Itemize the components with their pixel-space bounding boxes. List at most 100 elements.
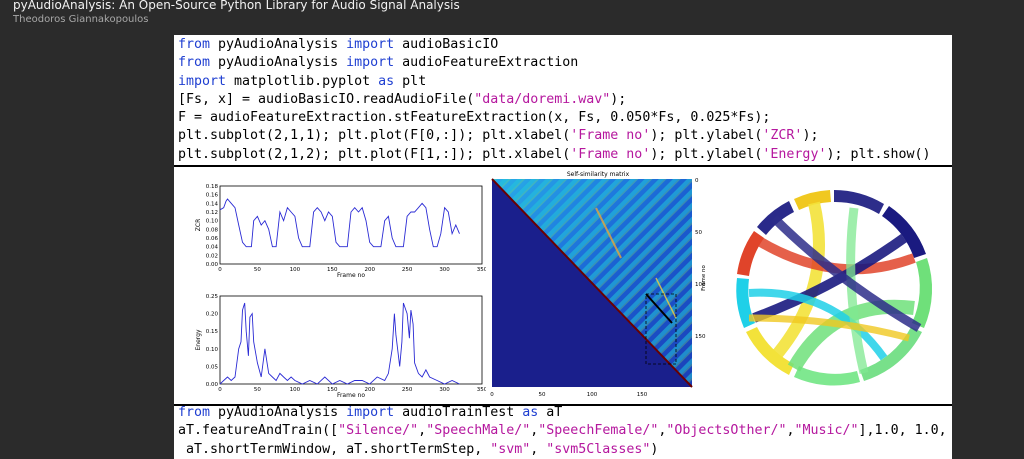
y-tick-label: 0.18 xyxy=(206,184,219,190)
code-text: , xyxy=(530,441,547,457)
x-tick-label: 350 xyxy=(477,387,486,393)
code-text: , xyxy=(418,423,427,439)
code-string: "Silence/" xyxy=(338,423,419,439)
code-text: ],1.0, 1.0, xyxy=(858,423,947,439)
self-similarity-plot: Self-similarity matrix 0 50 100 15005010015… xyxy=(490,171,707,398)
chord-diagram xyxy=(736,190,933,386)
chord-arc xyxy=(912,258,933,328)
y-axis-label: ZCR xyxy=(195,219,202,231)
x-tick-label: 0 xyxy=(218,267,222,273)
code-text: ); plt.ylabel( xyxy=(650,146,763,162)
code-block-training: from pyAudioAnalysis import audioTrainTe… xyxy=(178,404,947,459)
code-string: 'ZCR' xyxy=(762,128,803,144)
x-tick-label: 100 xyxy=(290,387,301,393)
code-text: audioTrainTest xyxy=(394,405,523,420)
y-tick-label: 50 xyxy=(695,230,702,236)
code-string: 'Frame no' xyxy=(570,128,651,144)
y-tick-label: 0.02 xyxy=(206,253,218,259)
x-tick-label: 0 xyxy=(490,392,494,398)
code-text: F = audioFeatureExtraction.stFeatureExtr… xyxy=(178,110,771,126)
code-line: plt.subplot(2,1,1); plt.plot(F[0,:]); pl… xyxy=(178,127,931,145)
code-line: plt.subplot(2,1,2); plt.plot(F[1,:]); pl… xyxy=(178,146,931,164)
code-keyword: from xyxy=(178,55,211,71)
y-tick-label: 0 xyxy=(695,178,699,184)
y-tick-label: 0.05 xyxy=(206,364,219,370)
figure-card: from pyAudioAnalysis import audioBasicIO… xyxy=(174,35,952,459)
energy-plot: 0.000.050.100.150.200.250 50 100 150 200 250 3… xyxy=(195,294,486,399)
x-tick-label: 0 xyxy=(218,387,222,393)
code-line: [Fs, x] = audioBasicIO.readAudioFile("da… xyxy=(178,91,931,109)
x-axis-label: Frame no xyxy=(337,392,365,399)
code-text: plt.subplot(2,1,2); plt.plot(F[1,:]); pl… xyxy=(178,146,571,162)
code-text: pyAudioAnalysis xyxy=(210,55,347,71)
chord-arc xyxy=(834,190,884,214)
y-tick-label: 0.25 xyxy=(206,294,219,300)
code-text: matplotlib.pyplot xyxy=(226,73,379,89)
code-text: plt xyxy=(394,73,427,89)
x-tick-label: 100 xyxy=(587,392,598,398)
y-axis-label: Energy xyxy=(195,329,202,350)
code-line: from pyAudioAnalysis import audioTrainTe… xyxy=(178,404,947,422)
code-text: ); xyxy=(610,91,627,107)
code-keyword: import xyxy=(346,405,395,420)
code-keyword: as xyxy=(378,73,395,89)
code-line: import matplotlib.pyplot as plt xyxy=(178,73,931,91)
y-tick-label: 0.06 xyxy=(206,236,219,242)
y-tick-label: 0.00 xyxy=(206,382,219,388)
y-axis-label: Frame no xyxy=(701,265,707,291)
y-tick-label: 0.10 xyxy=(206,219,219,225)
code-line: from pyAudioAnalysis import audioBasicIO xyxy=(178,36,931,54)
chord-arc xyxy=(794,366,860,386)
code-text: aT.shortTermWindow, aT.shortTermStep, xyxy=(178,441,491,457)
code-text: audioFeatureExtraction xyxy=(394,55,579,71)
x-tick-label: 50 xyxy=(254,267,261,273)
code-text: , xyxy=(786,423,795,439)
code-string: "ObjectsOther/" xyxy=(666,423,787,439)
zcr-plot: 0.00 0.02 0.04 0.06 0.08 0.10 0.12 0.14 0.16 0.18… xyxy=(195,184,486,279)
page-title: pyAudioAnalysis: An Open-Source Python L… xyxy=(13,0,460,12)
x-tick-label: 300 xyxy=(439,387,450,393)
y-tick-label: 150 xyxy=(695,334,706,340)
author-name: Theodoros Giannakopoulos xyxy=(13,14,149,25)
y-tick-label: 0.16 xyxy=(206,193,219,199)
code-string: "SpeechMale/" xyxy=(426,423,531,439)
y-tick-label: 0.12 xyxy=(206,210,218,216)
code-text: ); xyxy=(802,128,819,144)
x-tick-label: 300 xyxy=(439,267,450,273)
y-tick-label: 0.10 xyxy=(206,347,219,353)
x-tick-label: 200 xyxy=(364,267,375,273)
code-text: aT.featureAndTrain([ xyxy=(178,423,339,439)
code-string: "svm5Classes" xyxy=(546,441,651,457)
code-text: aT xyxy=(538,405,563,420)
x-tick-label: 50 xyxy=(254,387,261,393)
ssm-title: Self-similarity matrix xyxy=(567,171,630,178)
x-tick-label: 100 xyxy=(290,267,301,273)
feature-plots: 0.00 0.02 0.04 0.06 0.08 0.10 0.12 0.14 0.16 0.18… xyxy=(195,184,486,399)
plot-frame xyxy=(219,185,483,265)
code-text: audioBasicIO xyxy=(394,37,499,52)
code-line: aT.featureAndTrain(["Silence/","SpeechMa… xyxy=(178,422,947,440)
code-line: aT.shortTermWindow, aT.shortTermStep, "s… xyxy=(178,441,947,459)
page-header: pyAudioAnalysis: An Open-Source Python L… xyxy=(0,0,1024,38)
code-text: ) xyxy=(650,441,659,457)
x-tick-label: 250 xyxy=(402,267,413,273)
code-string: "Music/" xyxy=(794,423,859,439)
x-tick-label: 250 xyxy=(402,387,413,393)
code-keyword: from xyxy=(178,37,211,52)
code-text: ); plt.show() xyxy=(826,146,931,162)
code-keyword: as xyxy=(522,405,539,420)
code-string: "data/doremi.wav" xyxy=(474,91,611,107)
y-tick-label: 0.15 xyxy=(206,329,219,335)
code-keyword: import xyxy=(346,55,395,71)
code-text: pyAudioAnalysis xyxy=(210,37,347,52)
x-tick-label: 350 xyxy=(477,267,486,273)
y-tick-label: 0.14 xyxy=(206,201,219,207)
code-string: "svm" xyxy=(490,441,531,457)
code-text: pyAudioAnalysis xyxy=(210,405,347,420)
code-line: F = audioFeatureExtraction.stFeatureExtr… xyxy=(178,109,931,127)
code-string: "SpeechFemale/" xyxy=(538,423,659,439)
code-string: 'Energy' xyxy=(762,146,827,162)
code-text: plt.subplot(2,1,1); plt.plot(F[0,:]); pl… xyxy=(178,128,571,144)
divider xyxy=(174,165,952,167)
code-block-feature-extraction: from pyAudioAnalysis import audioBasicIO… xyxy=(178,36,931,164)
